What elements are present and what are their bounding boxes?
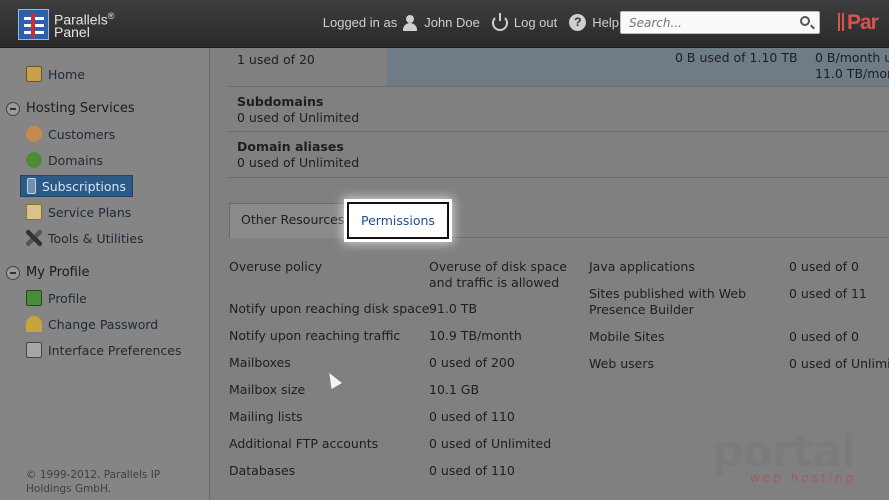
search-box xyxy=(620,11,820,34)
sidebar: Home Hosting Services Customers Domains … xyxy=(0,48,210,500)
user-box: Logged in as John Doe Log out ? Help xyxy=(322,12,619,31)
property-label: Notify upon reaching disk space xyxy=(229,301,430,316)
logout-link[interactable]: Log out xyxy=(514,15,557,30)
property-label: Sites published with Web Presence Builde… xyxy=(589,286,747,317)
usage-summary: 0 B used of 1.10 TB 0 B/month used 11.0 … xyxy=(387,48,889,86)
property-value: 0 used of 0 xyxy=(789,259,859,274)
sidebar-item-tools-utilities[interactable]: Tools & Utilities xyxy=(20,227,150,249)
help-link[interactable]: Help xyxy=(592,15,619,30)
tab-other-resources[interactable]: Other Resources xyxy=(229,203,357,238)
sidebar-item-profile[interactable]: Profile xyxy=(20,287,93,309)
property-label: Web users xyxy=(589,356,655,371)
brand-logo-right: Par xyxy=(838,11,879,35)
property-label: Additional FTP accounts xyxy=(229,436,379,451)
property-value: 0 used of 11 xyxy=(789,286,867,301)
tab-bar: Other Resources Permissions xyxy=(228,202,889,239)
sidebar-item-interface-preferences[interactable]: Interface Preferences xyxy=(20,339,187,361)
section-my-profile[interactable]: My Profile xyxy=(6,265,89,280)
property-value: 0 used of Unlimited xyxy=(789,356,889,371)
property-label: Mobile Sites xyxy=(589,329,665,344)
domains-icon xyxy=(26,152,42,168)
tools-icon xyxy=(26,230,42,246)
portal-watermark: portal web hosting xyxy=(712,426,857,485)
resource-label: Subdomains xyxy=(237,94,324,109)
property-value: 0 used of 110 xyxy=(429,409,515,424)
logo-text: Parallels® Panel xyxy=(54,10,115,41)
search-input[interactable] xyxy=(621,12,791,33)
property-value: 10.1 GB xyxy=(429,382,480,397)
property-label: Mailbox size xyxy=(229,382,306,397)
resource-value: 0 used of Unlimited xyxy=(237,110,360,125)
resource-value: 0 used of Unlimited xyxy=(237,155,360,170)
customers-icon xyxy=(26,126,42,142)
preferences-icon xyxy=(26,342,42,358)
key-icon xyxy=(26,316,42,332)
property-value: 0 used of Unlimited xyxy=(429,436,552,451)
table-row: Domain aliases 0 used of Unlimited xyxy=(228,132,889,178)
sidebar-item-service-plans[interactable]: Service Plans xyxy=(20,201,137,223)
resource-value: 1 used of 20 xyxy=(237,52,315,67)
logged-in-label: Logged in as xyxy=(322,15,398,30)
property-value: 0 used of 0 xyxy=(789,329,859,344)
sidebar-item-change-password[interactable]: Change Password xyxy=(20,313,164,335)
collapse-icon[interactable] xyxy=(6,101,20,116)
sidebar-item-subscriptions[interactable]: Subscriptions xyxy=(20,175,133,197)
sidebar-item-domains[interactable]: Domains xyxy=(20,149,109,171)
subscriptions-icon xyxy=(27,178,36,194)
property-value: 0 used of 110 xyxy=(429,463,515,478)
service-plans-icon xyxy=(26,204,42,220)
disk-usage-value: 0 B used of 1.10 TB xyxy=(675,50,798,65)
sidebar-item-home[interactable]: Home xyxy=(20,63,91,85)
traffic-usage-value: 0 B/month used xyxy=(815,50,889,65)
section-hosting-services[interactable]: Hosting Services xyxy=(6,101,135,116)
property-label: Mailboxes xyxy=(229,355,291,370)
sidebar-item-customers[interactable]: Customers xyxy=(20,123,121,145)
property-label: Databases xyxy=(229,463,296,478)
resource-label: Domain aliases xyxy=(237,139,344,154)
power-icon[interactable] xyxy=(491,12,508,31)
property-value: 0 used of 200 xyxy=(429,355,515,370)
parallels-logo-icon xyxy=(18,9,49,40)
property-label: Mailing lists xyxy=(229,409,303,424)
parallels-logo[interactable]: Parallels® Panel xyxy=(18,9,114,40)
property-value: 10.9 TB/month xyxy=(429,328,522,343)
profile-icon xyxy=(26,290,42,306)
search-icon[interactable] xyxy=(800,16,810,26)
top-bar: Parallels® Panel Logged in as John Doe L… xyxy=(0,0,889,48)
property-value: 91.0 TB xyxy=(429,301,478,316)
property-label: Java applications xyxy=(589,259,695,274)
tab-permissions[interactable]: Permissions xyxy=(347,202,449,239)
user-icon xyxy=(403,14,418,31)
table-row: Subdomains 0 used of Unlimited xyxy=(228,87,889,132)
property-label: Overuse policy xyxy=(229,259,322,274)
property-value: Overuse of disk space and traffic is all… xyxy=(429,259,567,290)
help-icon[interactable]: ? xyxy=(569,14,587,31)
property-label: Notify upon reaching traffic xyxy=(229,328,401,343)
home-icon xyxy=(26,66,42,82)
copyright-text: © 1999-2012. Parallels IP Holdings GmbH. xyxy=(26,469,161,495)
user-name[interactable]: John Doe xyxy=(424,15,480,30)
traffic-total-value: 11.0 TB/month xyxy=(815,66,889,81)
table-row: 1 used of 20 0 B used of 1.10 TB 0 B/mon… xyxy=(228,48,889,87)
collapse-icon[interactable] xyxy=(6,265,20,280)
